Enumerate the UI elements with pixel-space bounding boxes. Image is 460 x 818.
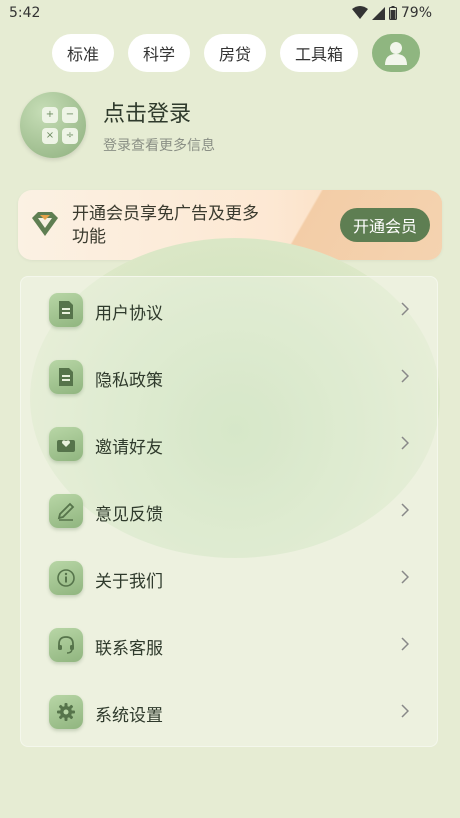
plus-key-icon: +	[42, 107, 58, 123]
menu-label: 关于我们	[95, 572, 163, 592]
menu-item-system-settings[interactable]: 系统设置	[21, 679, 439, 746]
tab-profile[interactable]	[372, 34, 421, 72]
multiply-key-icon: ×	[42, 128, 58, 144]
menu-label: 系统设置	[95, 706, 163, 726]
menu-label: 联系客服	[95, 639, 163, 659]
settings-menu: 用户协议 隐私政策 邀请好友 意见反馈 关于我们 联系客服 系统设置	[20, 276, 438, 747]
chevron-right-icon	[401, 369, 409, 383]
minus-key-icon: −	[62, 107, 78, 123]
login-section[interactable]: + − × ÷ 点击登录 登录查看更多信息	[20, 92, 440, 158]
menu-label: 邀请好友	[95, 438, 163, 458]
status-bar: 5:42 79%	[0, 0, 460, 26]
chevron-right-icon	[401, 570, 409, 584]
menu-item-user-agreement[interactable]: 用户协议	[21, 277, 439, 344]
info-icon	[49, 561, 83, 595]
menu-label: 隐私政策	[95, 371, 163, 391]
pencil-icon	[49, 494, 83, 528]
top-tabs: 标准 科学 房贷 工具箱	[52, 34, 421, 72]
battery-icon	[388, 6, 397, 20]
menu-label: 用户协议	[95, 304, 163, 324]
signal-icon	[371, 6, 385, 20]
menu-item-invite-friends[interactable]: 邀请好友	[21, 411, 439, 478]
gear-icon	[49, 695, 83, 729]
chevron-right-icon	[401, 637, 409, 651]
menu-item-about-us[interactable]: 关于我们	[21, 545, 439, 612]
headset-icon	[49, 628, 83, 662]
wifi-icon	[351, 6, 368, 19]
chevron-right-icon	[401, 436, 409, 450]
diamond-icon	[32, 212, 58, 236]
login-title[interactable]: 点击登录	[103, 96, 191, 128]
chevron-right-icon	[401, 302, 409, 316]
vip-subscribe-button[interactable]: 开通会员	[340, 208, 430, 242]
user-icon	[385, 42, 408, 65]
divide-key-icon: ÷	[62, 128, 78, 144]
tab-standard[interactable]: 标准	[52, 34, 115, 72]
status-time: 5:42	[9, 5, 41, 21]
status-icons: 79%	[351, 5, 432, 21]
heart-mail-icon	[49, 427, 83, 461]
chevron-right-icon	[401, 503, 409, 517]
document-icon	[49, 293, 83, 327]
tab-mortgage[interactable]: 房贷	[204, 34, 267, 72]
tab-scientific[interactable]: 科学	[128, 34, 191, 72]
menu-item-privacy-policy[interactable]: 隐私政策	[21, 344, 439, 411]
calculator-avatar-icon[interactable]: + − × ÷	[20, 92, 86, 158]
login-subtitle: 登录查看更多信息	[103, 138, 215, 154]
battery-percent: 79%	[400, 5, 432, 21]
menu-item-customer-service[interactable]: 联系客服	[21, 612, 439, 679]
tab-toolbox[interactable]: 工具箱	[280, 34, 359, 72]
document-icon	[49, 360, 83, 394]
menu-label: 意见反馈	[95, 505, 163, 525]
chevron-right-icon	[401, 704, 409, 718]
menu-item-feedback[interactable]: 意见反馈	[21, 478, 439, 545]
